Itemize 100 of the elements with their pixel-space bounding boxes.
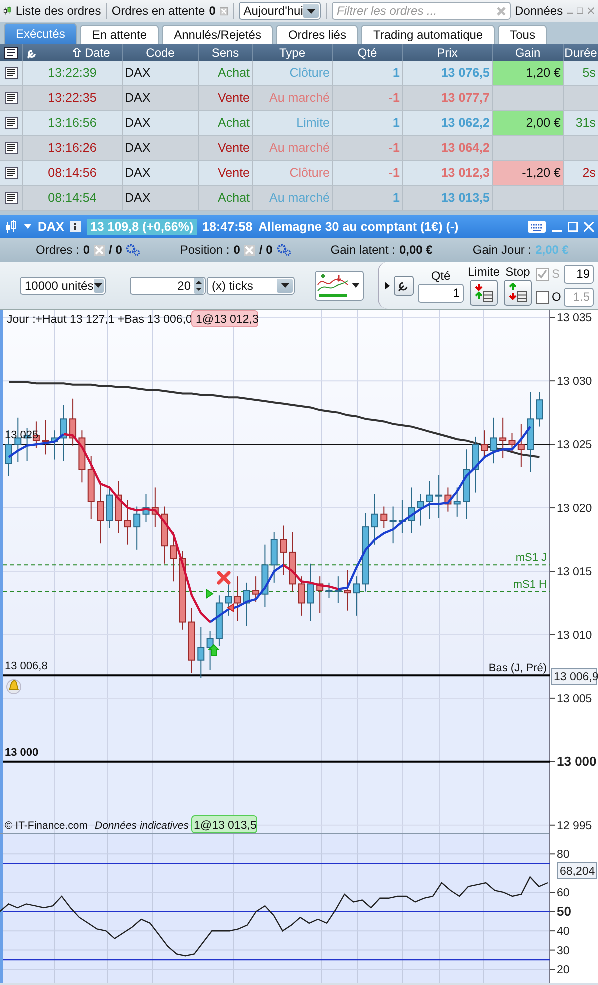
collapse-arrow-icon[interactable]	[384, 282, 390, 290]
entry-marker-icon	[206, 589, 214, 599]
candle	[243, 582, 250, 627]
tab[interactable]: Tous	[498, 25, 548, 44]
limit-order-button[interactable]	[470, 280, 498, 306]
step-unit-select[interactable]: (x) ticks	[207, 276, 295, 294]
stop-option-label: S	[552, 267, 561, 281]
tab[interactable]: En attente	[80, 25, 160, 44]
spinner-arrows-icon[interactable]	[194, 278, 204, 294]
trade-tag: 1@13 013,5	[192, 816, 258, 833]
table-cell: -1,20 €	[492, 161, 563, 185]
candle	[326, 582, 333, 599]
candle	[380, 506, 388, 529]
order-arrows-icon	[508, 283, 528, 303]
position-count: 0	[234, 243, 240, 257]
settings-button[interactable]	[394, 276, 414, 296]
quote-time: 18:47:58	[202, 220, 253, 234]
table-cell: Clôture	[252, 161, 332, 185]
table-cell: Achat	[198, 111, 252, 135]
filter-field[interactable]: Filtrer les ordres ...	[332, 2, 512, 20]
table-cell: 2s	[563, 161, 598, 185]
gears-icon[interactable]	[276, 244, 291, 256]
axis-label: 13 010	[557, 630, 592, 642]
table-cell: Limite	[252, 111, 332, 135]
table-cell: Au marché	[252, 136, 332, 160]
list-icon[interactable]	[4, 46, 18, 58]
unrealized-gain-value: 0,00 €	[399, 243, 433, 257]
axis-label: 30	[557, 945, 570, 958]
units-select[interactable]: 10000 unités	[20, 276, 106, 294]
candle	[170, 532, 178, 582]
document-icon[interactable]	[4, 192, 18, 204]
caret-icon	[280, 283, 290, 288]
day-gain-value: 2,00 €	[536, 243, 569, 257]
table-cell: Vente	[198, 86, 252, 110]
quantity-field[interactable]: 1	[418, 284, 464, 302]
candle	[88, 455, 95, 520]
pending-count: 0	[209, 4, 216, 18]
candle	[390, 506, 397, 544]
gears-icon[interactable]	[126, 244, 140, 256]
stop-order-button[interactable]	[504, 280, 532, 306]
checkbox[interactable]	[536, 268, 549, 280]
candle	[188, 608, 196, 674]
candle	[454, 487, 461, 518]
data-label: Données	[515, 4, 564, 18]
candle	[508, 432, 516, 453]
period-select[interactable]: Aujourd'hui	[238, 2, 322, 20]
tab[interactable]: Trading automatique	[361, 25, 496, 44]
step-spinner[interactable]: 20	[130, 276, 206, 294]
candle	[161, 506, 168, 564]
chart-tools-button[interactable]	[315, 270, 364, 300]
table-cell: 1	[332, 61, 402, 85]
candle	[234, 576, 242, 622]
candle	[353, 576, 360, 616]
caret-icon	[94, 283, 104, 288]
candle	[206, 630, 214, 672]
document-icon[interactable]	[4, 167, 18, 179]
table-cell: Au marché	[252, 186, 332, 210]
candle	[134, 506, 141, 550]
candle	[518, 424, 525, 468]
candle	[78, 430, 86, 484]
candle	[262, 544, 269, 608]
info-icon[interactable]	[70, 221, 82, 232]
document-icon[interactable]	[4, 67, 18, 79]
table-cell: 13 077,7	[402, 86, 492, 110]
candle	[124, 500, 132, 546]
candle	[426, 480, 434, 520]
checkbox[interactable]	[536, 290, 549, 304]
table-cell: 2,00 €	[492, 111, 563, 135]
table-cell: 08:14:56	[22, 161, 122, 185]
caret-icon[interactable]	[24, 224, 32, 229]
axis-label: 13 005	[557, 693, 592, 706]
candle	[280, 525, 287, 576]
buy-arrow-icon	[208, 644, 220, 656]
copyright-text: © IT-Finance.com	[5, 820, 88, 832]
limit-label: Limite	[468, 265, 500, 279]
candle	[225, 582, 232, 616]
candle	[372, 494, 378, 546]
candle	[42, 420, 50, 456]
chart-tools-icon	[317, 272, 349, 298]
axis-label: 20	[557, 964, 570, 977]
candle	[316, 576, 324, 614]
candle	[472, 436, 480, 494]
axis-label: 13 000	[557, 754, 597, 769]
tab[interactable]: Ordres liés	[276, 25, 358, 44]
table-cell: Au marché	[252, 86, 332, 110]
candle	[106, 487, 114, 529]
document-icon[interactable]	[4, 117, 18, 129]
document-icon[interactable]	[4, 92, 18, 104]
stop-distance-field[interactable]: 19	[564, 264, 594, 284]
candle	[270, 532, 278, 584]
table-cell: 08:14:54	[22, 186, 122, 210]
candle	[408, 487, 416, 534]
keyboard-icon[interactable]	[528, 220, 546, 232]
tab[interactable]: Annulés/Rejetés	[162, 25, 274, 44]
column-header[interactable]: Date	[85, 46, 110, 60]
bell-icon[interactable]	[6, 680, 22, 694]
axis-label: 13 025	[557, 440, 592, 452]
table-cell: -1	[332, 86, 402, 110]
document-icon[interactable]	[4, 142, 18, 154]
orders-label: Ordres :	[36, 243, 80, 257]
